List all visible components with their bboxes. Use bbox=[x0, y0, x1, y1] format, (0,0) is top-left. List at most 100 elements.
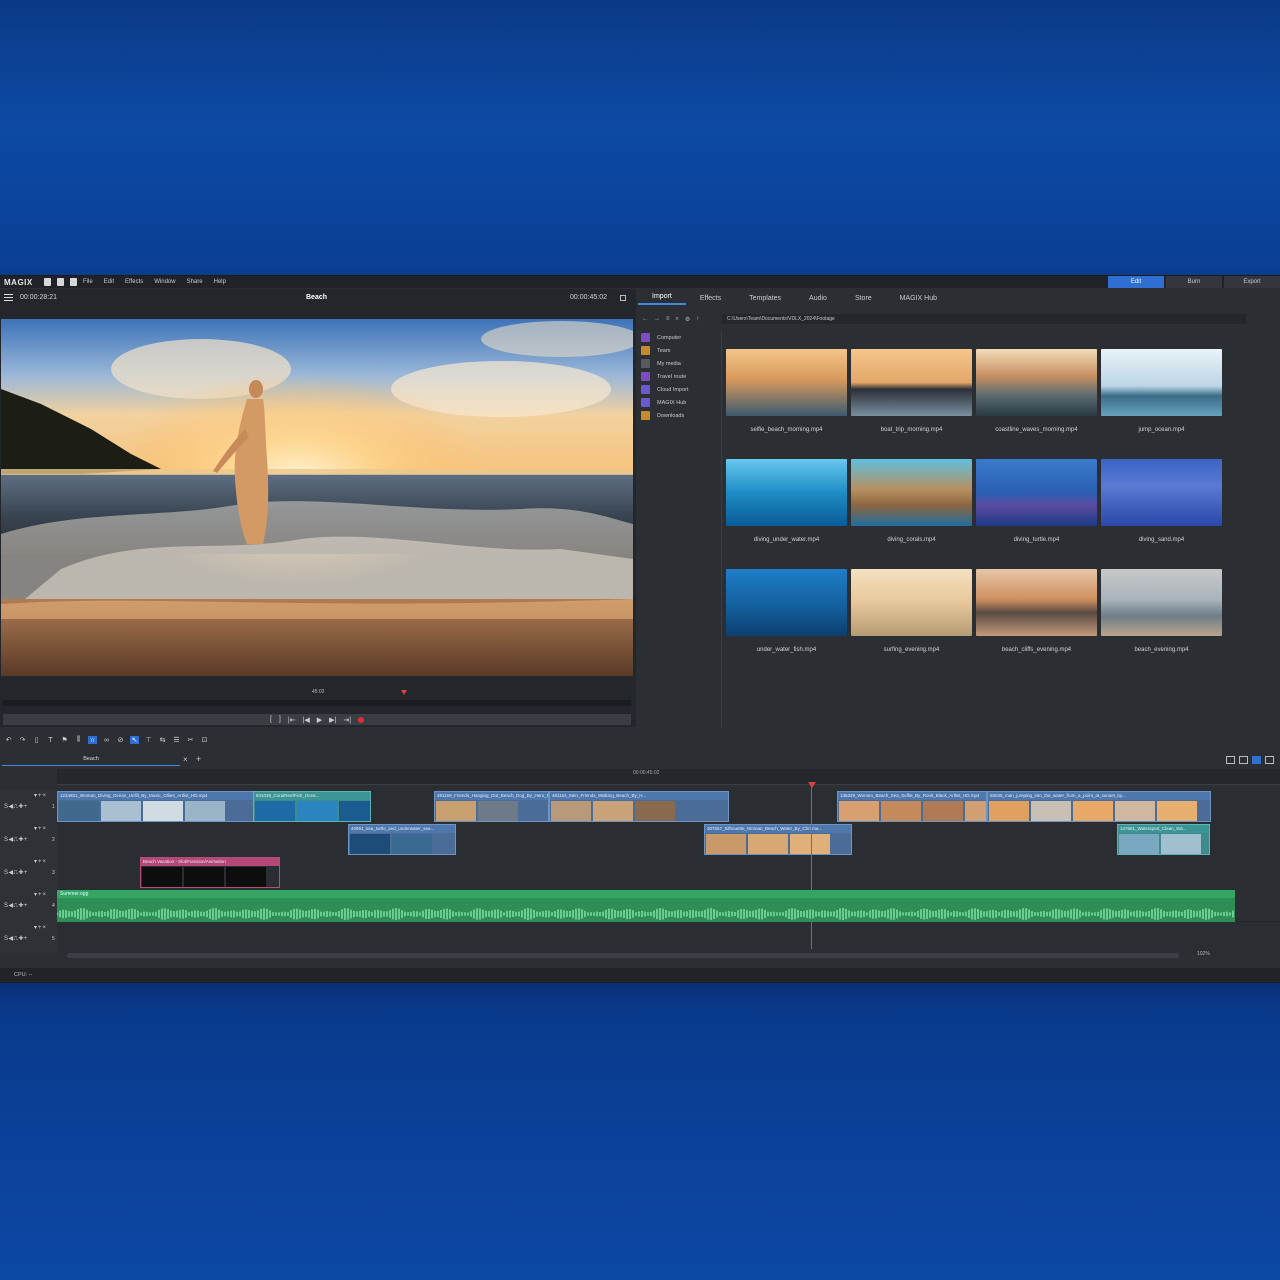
audio-clip[interactable]: Summer.ogg bbox=[56, 890, 1235, 922]
zoom-level[interactable]: 102% bbox=[1197, 951, 1210, 957]
back-arrow-icon[interactable]: ← bbox=[642, 316, 648, 322]
add-tab-icon[interactable]: + bbox=[196, 754, 201, 764]
media-thumbnail[interactable]: diving_sand.mp4 bbox=[1101, 459, 1222, 543]
maximize-icon[interactable] bbox=[620, 295, 626, 301]
text-icon[interactable]: T bbox=[46, 736, 55, 744]
magnet-icon[interactable]: ∩ bbox=[88, 736, 97, 744]
timeline-clip[interactable]: Beach Vacation - Slot/Function/Animation bbox=[140, 857, 280, 888]
media-thumbnail[interactable]: beach_evening.mp4 bbox=[1101, 569, 1222, 653]
preview-scrubber[interactable] bbox=[3, 700, 631, 706]
timeline-clip[interactable]: 147681_Watersport_Clean_Wa... bbox=[1117, 824, 1210, 855]
track-solo-mute-icon[interactable]: S◀⎍✚+ bbox=[4, 869, 28, 877]
unlink-icon[interactable]: ⊘ bbox=[116, 736, 125, 744]
redo-icon[interactable]: ↷ bbox=[18, 736, 27, 744]
mode-export-tab[interactable]: Export bbox=[1224, 276, 1280, 288]
menu-file[interactable]: File bbox=[83, 279, 93, 285]
nav-item[interactable]: Team bbox=[638, 344, 721, 357]
open-folder-icon[interactable] bbox=[57, 278, 64, 286]
mode-burn-tab[interactable]: Burn bbox=[1166, 276, 1222, 288]
mode-edit-tab[interactable]: Edit bbox=[1108, 276, 1164, 288]
mark-out-icon[interactable]: ] bbox=[279, 716, 281, 723]
expand-timeline-icon[interactable] bbox=[1265, 756, 1274, 764]
media-thumbnail[interactable]: beach_cliffs_evening.mp4 bbox=[976, 569, 1097, 653]
playhead-handle[interactable] bbox=[808, 782, 816, 788]
track-lane[interactable] bbox=[57, 823, 1280, 856]
track-header[interactable]: ▾+× S◀⎍✚+ 4 bbox=[0, 889, 57, 922]
timeline-clip[interactable]: 65035_man_jumping_into_the_water_from_a_… bbox=[987, 791, 1211, 822]
nav-item[interactable]: Cloud Import bbox=[638, 383, 721, 396]
menu-help[interactable]: Help bbox=[214, 279, 226, 285]
timeline-clip[interactable]: 831038_CoralReefFish_Ocea... bbox=[253, 791, 371, 822]
mouse-mode-icon[interactable]: ↖ bbox=[130, 736, 139, 744]
zoom-fit-icon[interactable]: ⊡ bbox=[200, 736, 209, 744]
cut-icon[interactable]: ✂ bbox=[186, 736, 195, 744]
trim-mode-icon[interactable]: ⊤ bbox=[144, 736, 153, 744]
tab-import[interactable]: Import bbox=[638, 293, 686, 305]
scene-view-icon[interactable] bbox=[1239, 756, 1248, 764]
nav-item[interactable]: My media bbox=[638, 357, 721, 370]
media-thumbnail[interactable]: under_water_fish.mp4 bbox=[726, 569, 847, 653]
timeline-clip[interactable]: 481169_Friends_Hanging_Out_Beach_Dog_By_… bbox=[434, 791, 549, 822]
play-icon[interactable]: ▶ bbox=[317, 716, 322, 724]
marker-icon[interactable]: ⚑ bbox=[60, 736, 69, 744]
menu-window[interactable]: Window bbox=[154, 279, 175, 285]
save-icon[interactable] bbox=[70, 278, 77, 286]
track-controls-icon[interactable]: ▾+× bbox=[34, 792, 47, 799]
menu-share[interactable]: Share bbox=[187, 279, 203, 285]
tab-audio[interactable]: Audio bbox=[795, 295, 841, 305]
media-thumbnail[interactable]: diving_corals.mp4 bbox=[851, 459, 972, 543]
track-controls-icon[interactable]: ▾+× bbox=[34, 825, 47, 832]
search-icon[interactable]: ⌕ bbox=[676, 316, 679, 323]
next-frame-icon[interactable]: ▶| bbox=[329, 716, 336, 724]
track-solo-mute-icon[interactable]: S◀⎍✚+ bbox=[4, 836, 28, 844]
timeline-ruler[interactable] bbox=[57, 769, 1280, 785]
gear-icon[interactable]: ⚙ bbox=[685, 316, 690, 323]
tab-templates[interactable]: Templates bbox=[735, 295, 795, 305]
timeline-horizontal-scrollbar[interactable] bbox=[67, 953, 1179, 958]
media-thumbnail[interactable]: diving_turtle.mp4 bbox=[976, 459, 1097, 543]
media-thumbnail[interactable]: diving_under_water.mp4 bbox=[726, 459, 847, 543]
link-icon[interactable]: ∞ bbox=[102, 736, 111, 744]
track-controls-icon[interactable]: ▾+× bbox=[34, 924, 47, 931]
track-controls-icon[interactable]: ▾+× bbox=[34, 891, 47, 898]
undo-icon[interactable]: ↶ bbox=[4, 736, 13, 744]
go-to-end-icon[interactable]: ⇥| bbox=[343, 716, 351, 724]
timeline-clip[interactable]: 1234651_Woman_Diving_Ocean_Unfill_By_Mus… bbox=[57, 791, 255, 822]
track-header[interactable]: ▾+× S◀⎍✚+ 5 bbox=[0, 922, 57, 955]
menu-effects[interactable]: Effects bbox=[125, 279, 143, 285]
nav-item[interactable]: Downloads bbox=[638, 409, 721, 422]
folder-path-field[interactable]: C:\Users\Team\Documents\VDLX_2024\Footag… bbox=[722, 314, 1246, 324]
timeline-clip[interactable]: 307657_Silhouette_Woman_Beach_Water_By_C… bbox=[704, 824, 852, 855]
track-solo-mute-icon[interactable]: S◀⎍✚+ bbox=[4, 803, 28, 811]
nav-item[interactable]: MAGIX Hub bbox=[638, 396, 721, 409]
media-thumbnail[interactable]: selfie_beach_morning.mp4 bbox=[726, 349, 847, 433]
nav-item[interactable]: Computer bbox=[638, 331, 721, 344]
media-thumbnail[interactable]: boat_trip_morning.mp4 bbox=[851, 349, 972, 433]
media-thumbnail[interactable]: coastline_waves_morning.mp4 bbox=[976, 349, 1097, 433]
previous-frame-icon[interactable]: |◀ bbox=[303, 716, 310, 724]
timeline-clip[interactable]: 136329_Women_Beach_Sea_Selfie_By_Ronit_B… bbox=[837, 791, 987, 822]
timeline-view-icon[interactable] bbox=[1252, 756, 1261, 764]
storyboard-view-icon[interactable] bbox=[1226, 756, 1235, 764]
split-icon[interactable]: ⫼ bbox=[74, 736, 83, 744]
timeline-clip[interactable]: 481164_Men_Friends_Walking_Beach_By_H... bbox=[549, 791, 729, 822]
track-solo-mute-icon[interactable]: S◀⎍✚+ bbox=[4, 902, 28, 910]
track-header[interactable]: ▾+× S◀⎍✚+ 1 bbox=[0, 790, 57, 823]
track-controls-icon[interactable]: ▾+× bbox=[34, 858, 47, 865]
hamburger-menu-icon[interactable] bbox=[4, 294, 13, 301]
track-header[interactable]: ▾+× S◀⎍✚+ 3 bbox=[0, 856, 57, 889]
list-view-icon[interactable]: ≡ bbox=[666, 316, 670, 322]
mark-in-icon[interactable]: [ bbox=[270, 716, 272, 723]
media-thumbnail[interactable]: jump_ocean.mp4 bbox=[1101, 349, 1222, 433]
delete-icon[interactable]: ▯ bbox=[32, 736, 41, 744]
menu-edit[interactable]: Edit bbox=[104, 279, 114, 285]
new-file-icon[interactable] bbox=[44, 278, 51, 286]
up-folder-icon[interactable]: ↑ bbox=[696, 316, 699, 322]
timeline-clip[interactable]: 40851_sea_turtle_and_underwater_sea... bbox=[348, 824, 456, 855]
tab-magix-hub[interactable]: MAGIX Hub bbox=[886, 295, 951, 305]
nav-item[interactable]: Travel route bbox=[638, 370, 721, 383]
multi-track-icon[interactable]: ☰ bbox=[172, 736, 181, 744]
track-lane[interactable] bbox=[57, 922, 1280, 955]
ripple-icon[interactable]: ⇆ bbox=[158, 736, 167, 744]
record-icon[interactable] bbox=[358, 716, 365, 723]
